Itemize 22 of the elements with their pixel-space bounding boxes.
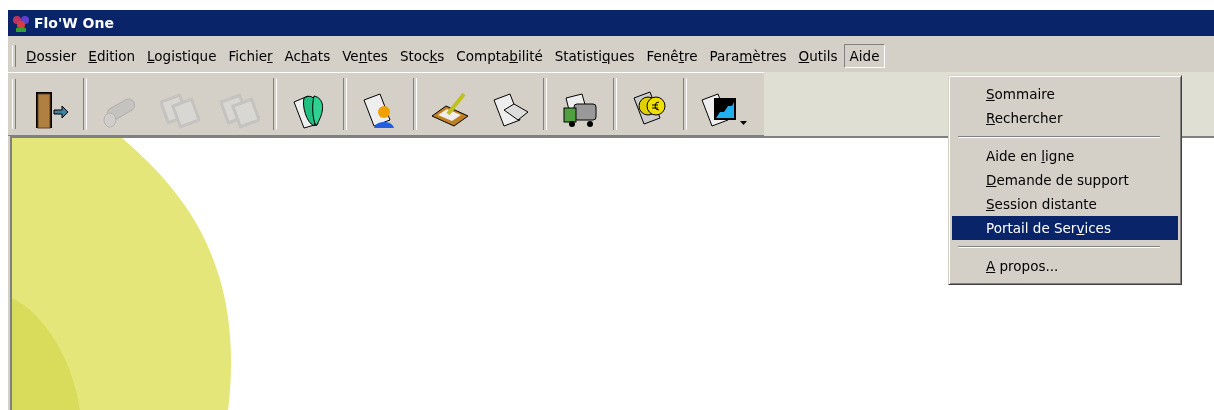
menu-item[interactable]: Aide en ligne: [952, 144, 1178, 168]
menu-item[interactable]: Aide: [843, 44, 886, 68]
menu-item[interactable]: Ventes: [336, 44, 394, 68]
menu-item[interactable]: Session distante: [952, 192, 1178, 216]
menu-item[interactable]: Fenêtre: [640, 44, 704, 68]
menu-item[interactable]: Statistiques: [548, 44, 641, 68]
menu-item[interactable]: Outils: [792, 44, 844, 68]
menu-item[interactable]: Sommaire: [952, 82, 1178, 106]
menu-item[interactable]: Stocks: [393, 44, 451, 68]
menu-item[interactable]: Fichier: [222, 44, 279, 68]
menu-item[interactable]: Logistique: [141, 44, 223, 68]
menu-item[interactable]: Achats: [278, 44, 337, 68]
menu-item[interactable]: Dossier: [20, 44, 83, 68]
menu-item[interactable]: Paramètres: [703, 44, 793, 68]
menu-item[interactable]: Rechercher: [952, 106, 1178, 130]
menu-item[interactable]: A propos...: [952, 254, 1178, 278]
menu-item[interactable]: Demande de support: [952, 168, 1178, 192]
menu-item[interactable]: Comptabilité: [450, 44, 549, 68]
window-title: Flo'W One: [34, 15, 114, 31]
menu-item[interactable]: Edition: [82, 44, 142, 68]
flower-logo-icon: [12, 14, 30, 32]
menu-item[interactable]: Portail de Services: [952, 216, 1178, 240]
